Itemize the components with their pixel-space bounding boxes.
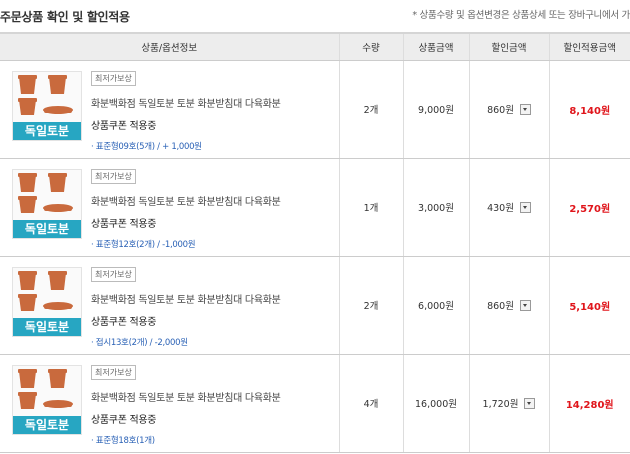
header-product: 상품/옵션정보 xyxy=(0,32,339,61)
chevron-down-icon[interactable] xyxy=(524,397,536,409)
product-image[interactable]: 독일토분 xyxy=(12,70,82,141)
page-title: 주문상품 확인 및 할인적용 xyxy=(0,10,130,24)
final-amount: 5,140원 xyxy=(569,301,611,313)
option-info: · 표준형18호(1개) xyxy=(91,435,155,446)
qty-cell: 2개 xyxy=(338,60,403,159)
option-info: · 표준형12호(2개) / -1,000원 xyxy=(91,239,196,250)
discount-cell: 1,720원 xyxy=(468,354,549,453)
coupon-status: 상품쿠폰 적용중 xyxy=(91,218,157,230)
final-amount-cell: 8,140원 xyxy=(548,60,630,159)
final-amount-cell: 2,570원 xyxy=(548,158,630,257)
header-price: 상품금액 xyxy=(402,32,469,61)
coupon-status: 상품쿠폰 적용중 xyxy=(91,316,157,328)
product-image[interactable]: 독일토분 xyxy=(12,364,82,435)
lowest-price-badge: 최저가보상 xyxy=(91,364,136,380)
discount-cell: 860원 xyxy=(468,256,549,355)
table-row: 독일토분 최저가보상 화분백화점 독일토분 토분 화분받침대 다육화분 상품쿠폰… xyxy=(0,354,630,453)
notice-text: * 상품수량 및 옵션변경은 상품상세 또는 장바구니에서 가 xyxy=(412,10,630,21)
table-row: 독일토분 최저가보상 화분백화점 독일토분 토분 화분받침대 다육화분 상품쿠폰… xyxy=(0,60,630,159)
final-amount-cell: 14,280원 xyxy=(548,354,630,453)
product-name[interactable]: 화분백화점 독일토분 토분 화분받침대 다육화분 xyxy=(91,95,281,110)
option-info: · 접시13호(2개) / -2,000원 xyxy=(91,337,188,348)
qty-cell: 4개 xyxy=(338,354,403,453)
option-info: · 표준형09호(5개) / + 1,000원 xyxy=(91,141,202,152)
price-cell: 9,000원 xyxy=(402,60,469,159)
lowest-price-badge: 최저가보상 xyxy=(91,70,136,86)
qty-cell: 2개 xyxy=(338,256,403,355)
price-cell: 3,000원 xyxy=(402,158,469,257)
coupon-status: 상품쿠폰 적용중 xyxy=(91,414,157,426)
price-cell: 6,000원 xyxy=(402,256,469,355)
lowest-price-badge: 최저가보상 xyxy=(91,168,136,184)
top-bar: 주문상품 확인 및 할인적용 * 상품수량 및 옵션변경은 상품상세 또는 장바… xyxy=(0,0,630,32)
discount-amount: 1,720원 xyxy=(482,399,519,410)
table-row: 독일토분 최저가보상 화분백화점 독일토분 토분 화분받침대 다육화분 상품쿠폰… xyxy=(0,256,630,355)
svg-text:독일토분: 독일토분 xyxy=(25,418,69,432)
product-cell: 독일토분 최저가보상 화분백화점 독일토분 토분 화분받침대 다육화분 상품쿠폰… xyxy=(0,60,339,159)
order-table: 상품/옵션정보 수량 상품금액 할인금액 할인적용금액 독일토분 최저가보상 화… xyxy=(0,32,630,453)
product-cell: 독일토분 최저가보상 화분백화점 독일토분 토분 화분받침대 다육화분 상품쿠폰… xyxy=(0,256,339,355)
final-amount: 8,140원 xyxy=(569,105,611,117)
product-cell: 독일토분 최저가보상 화분백화점 독일토분 토분 화분받침대 다육화분 상품쿠폰… xyxy=(0,354,339,453)
discount-amount: 860원 xyxy=(487,105,514,116)
header-discount: 할인금액 xyxy=(468,32,549,61)
chevron-down-icon[interactable] xyxy=(519,201,531,213)
product-image[interactable]: 독일토분 xyxy=(12,168,82,239)
discount-amount: 430원 xyxy=(487,203,514,214)
chevron-down-icon[interactable] xyxy=(519,103,531,115)
header-qty: 수량 xyxy=(338,32,403,61)
product-name[interactable]: 화분백화점 독일토분 토분 화분받침대 다육화분 xyxy=(91,389,281,404)
final-amount: 14,280원 xyxy=(565,399,614,411)
product-image[interactable]: 독일토분 xyxy=(12,266,82,337)
lowest-price-badge: 최저가보상 xyxy=(91,266,136,282)
product-name[interactable]: 화분백화점 독일토분 토분 화분받침대 다육화분 xyxy=(91,193,281,208)
qty-cell: 1개 xyxy=(338,158,403,257)
svg-text:독일토분: 독일토분 xyxy=(25,320,69,334)
discount-amount: 860원 xyxy=(487,301,514,312)
final-amount-cell: 5,140원 xyxy=(548,256,630,355)
chevron-down-icon[interactable] xyxy=(519,299,531,311)
discount-cell: 860원 xyxy=(468,60,549,159)
svg-text:독일토분: 독일토분 xyxy=(25,124,69,138)
price-cell: 16,000원 xyxy=(402,354,469,453)
table-row: 독일토분 최저가보상 화분백화점 독일토분 토분 화분받침대 다육화분 상품쿠폰… xyxy=(0,158,630,257)
coupon-status: 상품쿠폰 적용중 xyxy=(91,120,157,132)
product-name[interactable]: 화분백화점 독일토분 토분 화분받침대 다육화분 xyxy=(91,291,281,306)
table-header-row: 상품/옵션정보 수량 상품금액 할인금액 할인적용금액 xyxy=(0,32,630,61)
table-body: 독일토분 최저가보상 화분백화점 독일토분 토분 화분받침대 다육화분 상품쿠폰… xyxy=(0,60,630,453)
header-final: 할인적용금액 xyxy=(548,32,630,61)
product-cell: 독일토분 최저가보상 화분백화점 독일토분 토분 화분받침대 다육화분 상품쿠폰… xyxy=(0,158,339,257)
svg-text:독일토분: 독일토분 xyxy=(25,222,69,236)
final-amount: 2,570원 xyxy=(569,203,611,215)
discount-cell: 430원 xyxy=(468,158,549,257)
